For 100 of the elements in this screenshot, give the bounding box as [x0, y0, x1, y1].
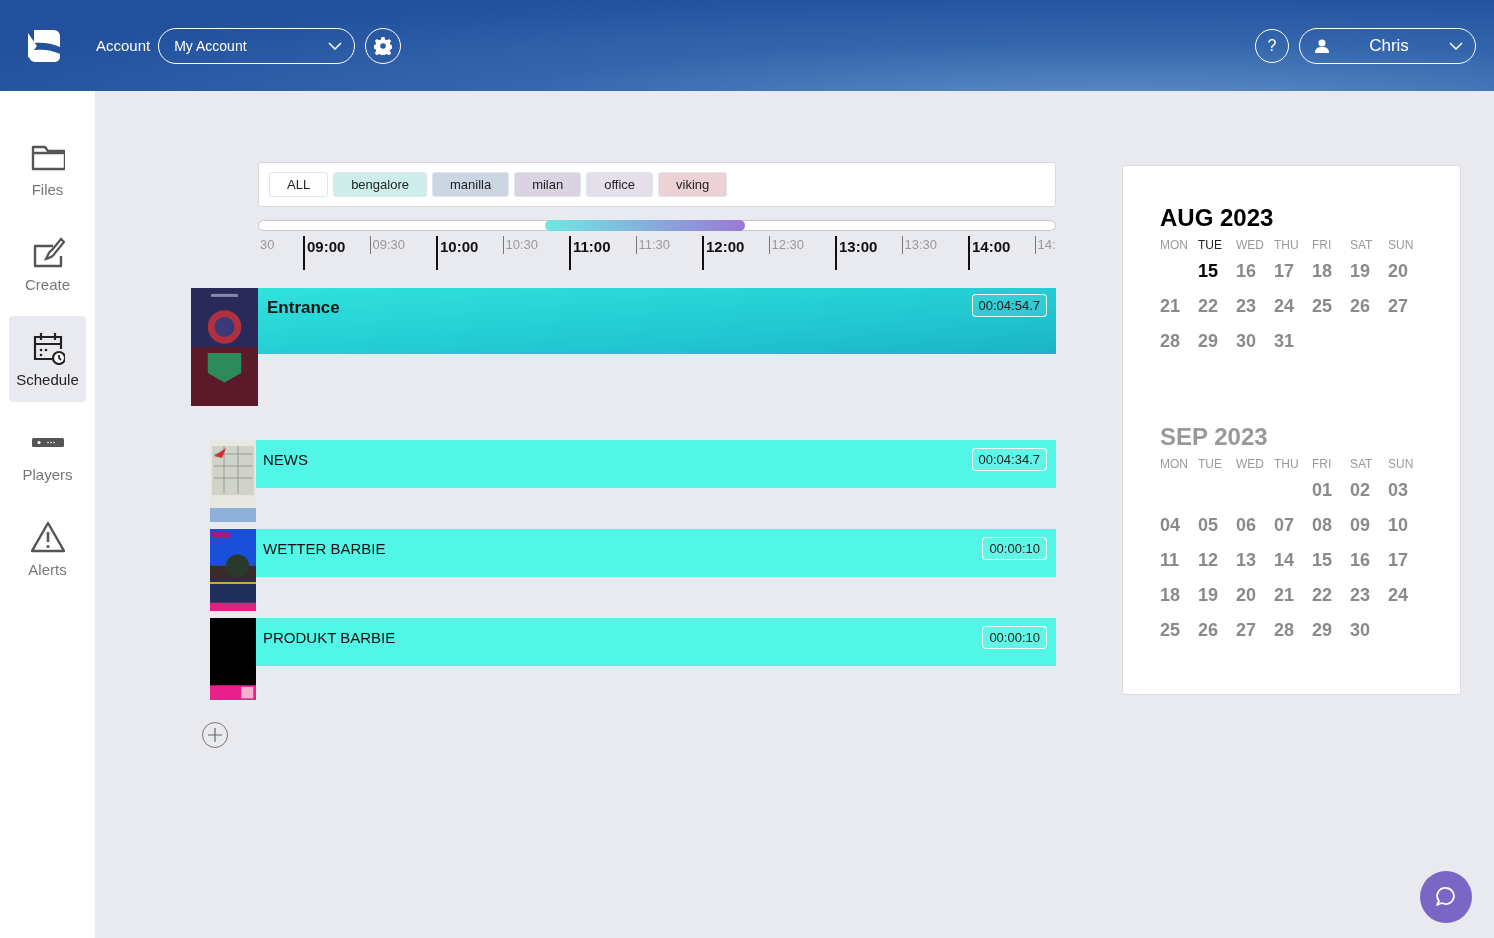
tick-mark	[768, 236, 770, 254]
scrollbar-thumb[interactable]	[545, 220, 745, 231]
month-title: AUG 2023	[1160, 204, 1275, 233]
calendar-day[interactable]: 09	[1350, 514, 1388, 549]
filter-tag[interactable]: manilla	[431, 172, 510, 197]
calendar-day[interactable]: 23	[1236, 295, 1274, 330]
schedule-bar[interactable]: PRODUKT BARBIE 00:00:10	[256, 618, 1056, 666]
calendar-day[interactable]: 24	[1388, 584, 1426, 619]
calendar-day[interactable]: 27	[1388, 295, 1426, 330]
calendar-day[interactable]: 13	[1236, 549, 1274, 584]
calendar-day[interactable]: 22	[1312, 584, 1350, 619]
calendar-day[interactable]: 16	[1350, 549, 1388, 584]
calendar-day[interactable]: 28	[1160, 330, 1198, 365]
sidebar-item[interactable]: Alerts	[9, 506, 86, 592]
calendar-day[interactable]: 05	[1198, 514, 1236, 549]
calendar-day[interactable]: 27	[1236, 619, 1274, 654]
weekday-label: FRI	[1312, 457, 1333, 473]
calendar-day[interactable]: 26	[1350, 295, 1388, 330]
filter-tag[interactable]: ALL	[269, 172, 329, 197]
chevron-down-icon	[328, 41, 343, 50]
tick-mark	[702, 236, 704, 270]
filter-tag[interactable]: office	[586, 172, 654, 197]
calendar-day[interactable]: 12	[1198, 549, 1236, 584]
calendar-day[interactable]: 18	[1160, 584, 1198, 619]
calendar-day[interactable]: 02	[1350, 479, 1388, 514]
playlist-name: WETTER BARBIE	[263, 540, 386, 557]
duration-badge: 00:00:10	[982, 626, 1047, 649]
filter-tag[interactable]: viking	[658, 172, 728, 197]
calendar-day[interactable]: 25	[1160, 619, 1198, 654]
calendar-day[interactable]: 01	[1312, 479, 1350, 514]
tick-mark	[968, 236, 970, 270]
weekday-label: MON	[1160, 457, 1189, 473]
playlist-name: PRODUKT BARBIE	[263, 629, 396, 646]
time-label: 09:00	[307, 238, 346, 255]
calendar-day[interactable]: 04	[1160, 514, 1198, 549]
calendar-day[interactable]: 20	[1236, 584, 1274, 619]
calendar-day[interactable]: 16	[1236, 260, 1274, 295]
calendar-day[interactable]: 14	[1274, 549, 1312, 584]
calendar-day[interactable]: 25	[1312, 295, 1350, 330]
calendar-day[interactable]: 26	[1198, 619, 1236, 654]
time-label: 10:30	[505, 237, 539, 252]
schedule-bar[interactable]: WETTER BARBIE 00:00:10	[256, 529, 1056, 577]
chevron-down-icon	[1449, 41, 1463, 50]
weekday-label: SAT	[1350, 238, 1374, 254]
calendar-day[interactable]: 28	[1274, 619, 1312, 654]
calendar-day[interactable]: 11	[1160, 549, 1198, 584]
time-label: 11:00	[573, 238, 611, 255]
calendar-day[interactable]: 20	[1388, 260, 1426, 295]
calendar-day[interactable]: 29	[1312, 619, 1350, 654]
sidebar-item[interactable]: Players	[9, 411, 86, 497]
chat-button[interactable]	[1420, 871, 1472, 923]
calendar-day[interactable]: 22	[1198, 295, 1236, 330]
playlist-name: Entrance	[267, 298, 340, 318]
calendar-day[interactable]: 29	[1198, 330, 1236, 365]
weekday-label: TUE	[1198, 457, 1223, 473]
timeline-scrollbar[interactable]	[258, 220, 1056, 231]
weekday-label: TUE	[1198, 238, 1223, 254]
calendar-day[interactable]: 10	[1388, 514, 1426, 549]
filter-tag[interactable]: milan	[514, 172, 582, 197]
plus-icon	[208, 728, 222, 742]
tick-mark	[569, 236, 571, 270]
calendar-day[interactable]: 15	[1198, 260, 1236, 295]
time-label: 14:	[1037, 237, 1056, 252]
sidebar-item[interactable]: Schedule	[9, 316, 86, 402]
calendar-day[interactable]: 19	[1350, 260, 1388, 295]
calendar-day[interactable]: 24	[1274, 295, 1312, 330]
calendar-day[interactable]: 06	[1236, 514, 1274, 549]
calendar-day[interactable]: 21	[1160, 295, 1198, 330]
calendar-day[interactable]: 30	[1236, 330, 1274, 365]
calendar-day[interactable]: 31	[1274, 330, 1312, 365]
time-label: 09:30	[372, 237, 406, 252]
tick-mark	[369, 236, 371, 254]
duration-badge: 00:04:34.7	[971, 448, 1047, 471]
logo-icon	[28, 29, 60, 62]
calendar-day[interactable]: 23	[1350, 584, 1388, 619]
calendar-day[interactable]: 07	[1274, 514, 1312, 549]
tick-mark	[901, 236, 903, 254]
calendar-day[interactable]: 30	[1350, 619, 1388, 654]
calendar-day[interactable]: 19	[1198, 584, 1236, 619]
filter-tag[interactable]: bengalore	[333, 172, 427, 197]
time-label: 30	[260, 237, 275, 252]
weekday-label: SUN	[1388, 457, 1415, 473]
device-icon	[31, 438, 64, 447]
calendar-day[interactable]: 18	[1312, 260, 1350, 295]
sidebar-item[interactable]: Files	[9, 126, 86, 212]
time-label: 11:30	[638, 237, 671, 252]
weekday-label: FRI	[1312, 238, 1333, 254]
calendar-day[interactable]: 21	[1274, 584, 1312, 619]
sidebar-item[interactable]: Create	[9, 221, 86, 307]
playlist-name: NEWS	[263, 451, 308, 468]
weekday-label: SUN	[1388, 238, 1415, 254]
schedule-bar[interactable]: NEWS 00:04:34.7	[256, 440, 1056, 488]
calendar-day[interactable]: 08	[1312, 514, 1350, 549]
schedule-bar[interactable]: Entrance 00:04:54.7	[258, 288, 1056, 354]
calendar-day[interactable]: 17	[1274, 260, 1312, 295]
calendar-day[interactable]: 03	[1388, 479, 1426, 514]
calendar-day[interactable]: 17	[1388, 549, 1426, 584]
calendar-day[interactable]: 15	[1312, 549, 1350, 584]
weekday-label: WED	[1236, 238, 1265, 254]
weekday-label: SAT	[1350, 457, 1374, 473]
